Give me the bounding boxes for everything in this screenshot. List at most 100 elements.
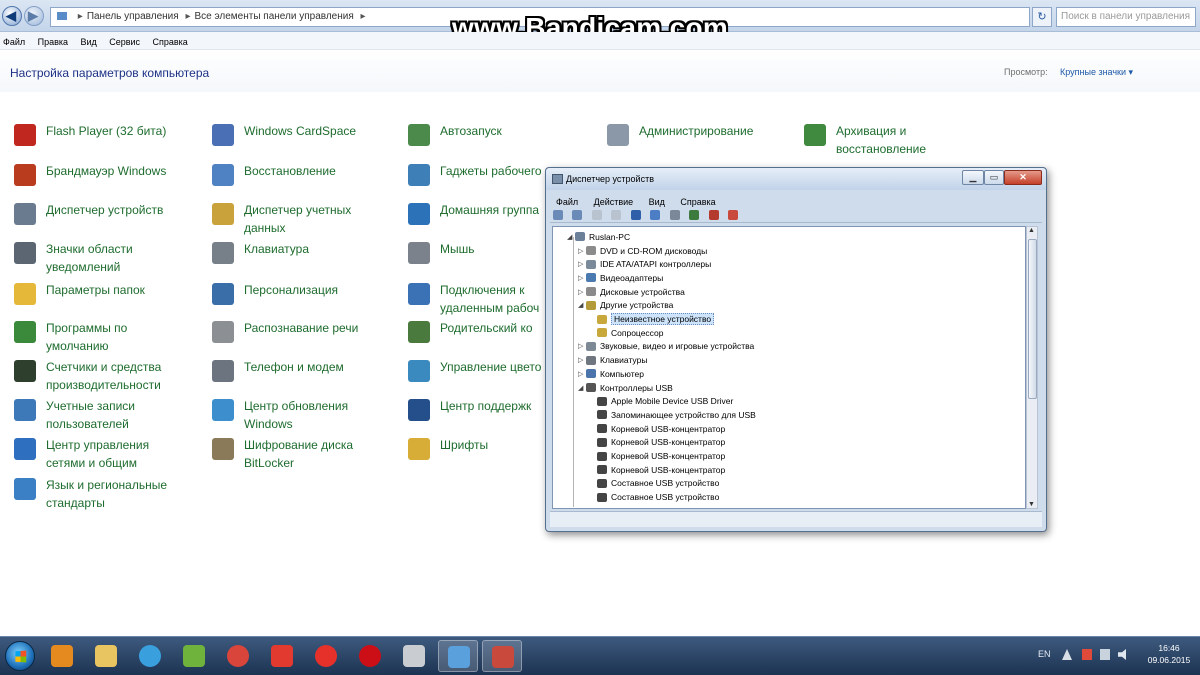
cp-item-credential-manager[interactable]: Диспетчер учетных данных: [210, 201, 384, 237]
maximize-button[interactable]: ▭: [984, 170, 1004, 185]
taskbar-app-chrome[interactable]: [218, 640, 258, 672]
tree-category[interactable]: ▷ IDE ATA/ATAPI контроллеры: [578, 257, 711, 271]
back-icon[interactable]: [553, 210, 563, 220]
up-level-icon[interactable]: [591, 210, 602, 220]
cp-item-cardspace[interactable]: Windows CardSpace: [210, 122, 384, 148]
expand-arrow-icon[interactable]: ▷: [578, 356, 586, 364]
taskbar-app-yandex[interactable]: [262, 640, 302, 672]
expand-arrow-icon[interactable]: ▷: [578, 370, 586, 378]
cp-item-keyboard[interactable]: Клавиатура: [210, 240, 384, 266]
properties-icon[interactable]: [630, 210, 641, 220]
cp-item-recovery[interactable]: Восстановление: [210, 162, 384, 188]
minimize-button[interactable]: ▁: [962, 170, 984, 185]
expand-arrow-icon[interactable]: ▷: [578, 247, 586, 255]
expand-arrow-icon[interactable]: ▷: [578, 274, 586, 282]
cp-item-autoplay[interactable]: Автозапуск: [406, 122, 580, 148]
action-center-tray-icon[interactable]: [1062, 649, 1072, 660]
scroll-down-icon[interactable]: ▼: [1028, 501, 1035, 508]
dm-menu-action[interactable]: Действие: [594, 197, 634, 207]
tree-device[interactable]: Apple Mobile Device USB Driver: [589, 394, 733, 408]
tree-category[interactable]: ▷ Звуковые, видео и игровые устройства: [578, 340, 754, 354]
back-button[interactable]: ◀: [2, 6, 22, 26]
tree-device[interactable]: Корневой USB-концентратор: [589, 436, 725, 450]
expand-arrow-icon[interactable]: ▷: [578, 288, 586, 296]
update-driver-icon[interactable]: [689, 210, 700, 220]
view-mode-dropdown[interactable]: Крупные значки ▾: [1060, 67, 1133, 78]
expand-arrow-icon[interactable]: ◢: [578, 301, 586, 309]
scan-hardware-icon[interactable]: [669, 210, 680, 220]
cp-item-speech[interactable]: Распознавание речи: [210, 319, 384, 345]
tree-device[interactable]: Корневой USB-концентратор: [589, 463, 725, 477]
cp-item-phone-modem[interactable]: Телефон и модем: [210, 358, 384, 384]
refresh-button[interactable]: ↻: [1032, 7, 1052, 27]
cp-item-folder-options[interactable]: Параметры папок: [12, 281, 186, 307]
cp-item-user-accounts[interactable]: Учетные записи пользователей: [12, 397, 186, 433]
disable-icon[interactable]: [708, 210, 719, 220]
tree-device[interactable]: Неизвестное устройство: [589, 312, 715, 326]
menu-view[interactable]: Вид: [77, 34, 99, 47]
tree-category[interactable]: ◢ Другие устройства: [578, 299, 673, 313]
taskbar-app-device-manager[interactable]: [482, 640, 522, 672]
taskbar-app-utorrent[interactable]: [174, 640, 214, 672]
dm-menu-file[interactable]: Файл: [556, 197, 578, 207]
tree-category[interactable]: ▷ DVD и CD-ROM дисководы: [578, 244, 707, 258]
tree-device[interactable]: Сопроцессор: [589, 326, 663, 340]
cp-item-personalization[interactable]: Персонализация: [210, 281, 384, 307]
tree-scrollbar[interactable]: ▲ ▼: [1026, 226, 1038, 509]
cp-item-firewall[interactable]: Брандмауэр Windows: [12, 162, 186, 188]
cp-item-notifications-icon[interactable]: Значки области уведомлений: [12, 240, 186, 276]
clock[interactable]: 16:46 09.06.2015: [1142, 642, 1196, 666]
expand-arrow-icon[interactable]: ▷: [578, 342, 586, 350]
tree-root[interactable]: ◢ Ruslan-PC: [567, 230, 630, 244]
language-indicator[interactable]: EN: [1038, 649, 1051, 659]
menu-tools[interactable]: Сервис: [106, 34, 143, 47]
taskbar-app-skype[interactable]: [130, 640, 170, 672]
dm-menu-view[interactable]: Вид: [649, 197, 665, 207]
cp-item-network-center[interactable]: Центр управления сетями и общим: [12, 436, 186, 472]
cp-item-backup[interactable]: Архивация и восстановление: [802, 122, 976, 158]
tree-device[interactable]: Составное USB устройство: [589, 477, 719, 491]
close-button[interactable]: ✕: [1004, 170, 1042, 185]
tree-category[interactable]: ▷ Клавиатуры: [578, 353, 647, 367]
tree-device[interactable]: Запоминающее устройство для USB: [589, 408, 756, 422]
scroll-up-icon[interactable]: ▲: [1028, 227, 1035, 234]
taskbar-app-opera[interactable]: [350, 640, 390, 672]
breadcrumb-control-panel[interactable]: Панель управления: [87, 11, 179, 22]
menu-help[interactable]: Справка: [149, 34, 190, 47]
search-input[interactable]: Поиск в панели управления: [1056, 7, 1196, 27]
tree-category[interactable]: ▷ Дисковые устройства: [578, 285, 685, 299]
network-icon[interactable]: [1100, 649, 1110, 660]
help-icon[interactable]: [650, 210, 661, 220]
taskbar-app-explorer[interactable]: [86, 640, 126, 672]
volume-icon[interactable]: [1118, 649, 1126, 660]
expand-arrow-icon[interactable]: ◢: [567, 233, 575, 241]
tree-device[interactable]: Корневой USB-концентратор: [589, 422, 725, 436]
forward-button[interactable]: ▶: [24, 6, 44, 26]
cp-item-windows-update[interactable]: Центр обновления Windows: [210, 397, 384, 433]
taskbar-app-notepad[interactable]: [394, 640, 434, 672]
tree-category[interactable]: ▷ Компьютер: [578, 367, 644, 381]
device-manager-titlebar[interactable]: Диспетчер устройств ▁ ▭ ✕: [546, 168, 1046, 190]
scrollbar-thumb[interactable]: [1028, 239, 1037, 399]
start-button[interactable]: [5, 641, 35, 671]
cp-item-admin-tools[interactable]: Администрирование: [605, 122, 779, 148]
taskbar-app-yandex-browser[interactable]: [306, 640, 346, 672]
cp-item-flash[interactable]: Flash Player (32 бита): [12, 122, 186, 148]
show-hide-icon[interactable]: [611, 210, 622, 220]
breadcrumb-all-items[interactable]: Все элементы панели управления: [195, 11, 354, 22]
expand-arrow-icon[interactable]: ▷: [578, 260, 586, 268]
dm-menu-help[interactable]: Справка: [680, 197, 715, 207]
tree-category[interactable]: ▷ Видеоадаптеры: [578, 271, 663, 285]
taskbar-app-media-player[interactable]: [42, 640, 82, 672]
tree-device[interactable]: Корневой USB-концентратор: [589, 449, 725, 463]
forward-icon[interactable]: [572, 210, 583, 220]
cp-item-bitlocker[interactable]: Шифрование диска BitLocker: [210, 436, 384, 472]
cp-item-performance[interactable]: Счетчики и средства производительности: [12, 358, 186, 394]
expand-arrow-icon[interactable]: ◢: [578, 384, 586, 392]
cp-item-device-manager[interactable]: Диспетчер устройств: [12, 201, 186, 227]
menu-file[interactable]: Файл: [0, 34, 28, 47]
tree-device[interactable]: Составное USB устройство: [589, 490, 719, 504]
menu-edit[interactable]: Правка: [35, 34, 71, 47]
taskbar-app-control-panel[interactable]: [438, 640, 478, 672]
cp-item-region[interactable]: Язык и региональные стандарты: [12, 476, 186, 512]
